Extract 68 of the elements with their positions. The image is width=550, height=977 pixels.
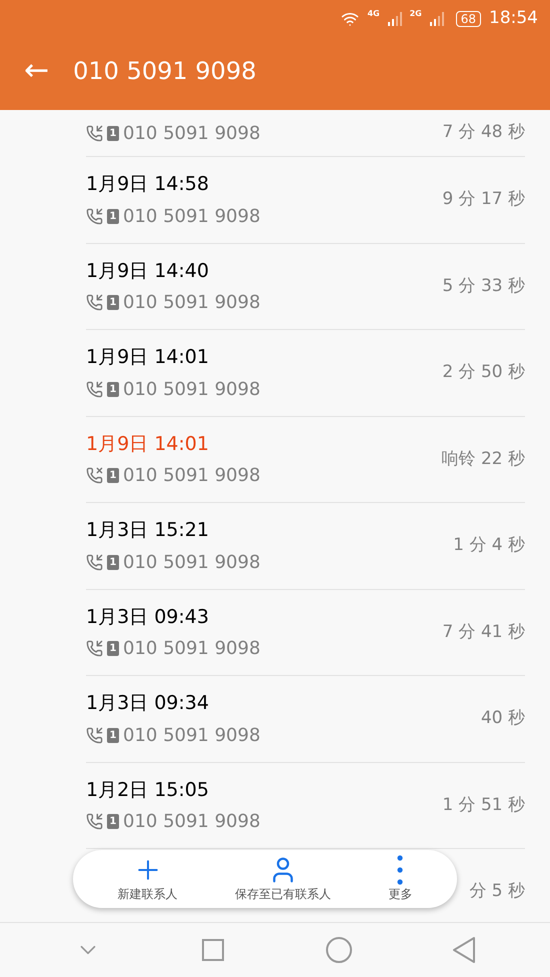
phone-number: 010 5091 9098 <box>123 464 260 488</box>
sim-icon: 1 <box>107 554 119 570</box>
call-duration: 9 分 17 秒 <box>442 188 525 211</box>
call-log-row[interactable]: 1月3日 09:34 1 010 5091 9098 40 秒 <box>86 676 525 762</box>
phone-number: 010 5091 9098 <box>123 204 260 228</box>
incoming-call-icon <box>86 640 103 657</box>
phone-number: 010 5091 9098 <box>123 122 260 146</box>
call-log-row[interactable]: 1月3日 15:21 1 010 5091 9098 1 分 4 秒 <box>86 503 525 590</box>
incoming-call-icon <box>86 124 103 142</box>
incoming-call-icon <box>86 208 103 224</box>
circle-icon[interactable] <box>326 937 352 963</box>
action-button[interactable]: 保存至已有联系人 <box>234 855 331 903</box>
sim-icon: 1 <box>107 814 119 829</box>
call-date: 1月9日 14:01 <box>86 432 209 456</box>
call-duration: 1 分 4 秒 <box>453 534 525 557</box>
action-button[interactable]: 新建联系人 <box>118 855 178 903</box>
incoming-call-icon <box>86 554 103 570</box>
call-duration: 2 分 50 秒 <box>442 361 525 384</box>
back-triangle-icon[interactable] <box>453 937 476 963</box>
square-icon[interactable] <box>202 939 224 961</box>
call-log-row[interactable]: 1月2日 15:05 1 010 5091 9098 1 分 51 秒 <box>86 762 525 849</box>
phone-number: 010 5091 9098 <box>123 291 260 315</box>
call-duration: 1 分 51 秒 <box>442 794 525 816</box>
call-log-row[interactable]: 1月9日 14:01 1 010 5091 9098 2 分 50 秒 <box>86 330 525 416</box>
incoming-call-icon <box>86 813 103 830</box>
phone-number: 010 5091 9098 <box>123 724 260 748</box>
network-label: 2G <box>410 8 422 20</box>
signal-icon <box>430 12 444 26</box>
call-date: 1月3日 15:21 <box>86 518 209 543</box>
incoming-call-icon <box>86 726 103 744</box>
call-duration: 分 5 秒 <box>469 880 525 903</box>
action-button[interactable]: 更多 <box>388 855 412 903</box>
sim-icon: 1 <box>107 208 119 224</box>
call-date: 1月2日 15:05 <box>86 778 209 802</box>
call-log-row[interactable]: 1月9日 14:58 1 010 5091 9098 9 分 17 秒 <box>86 157 525 244</box>
call-duration: 40 秒 <box>480 707 525 730</box>
call-duration: 7 分 48 秒 <box>442 121 525 144</box>
call-date: 1月3日 09:34 <box>86 691 209 716</box>
battery-indicator: 68 <box>456 11 481 27</box>
sim-icon: 1 <box>107 641 119 656</box>
signal-icon <box>388 12 402 26</box>
call-duration: 响铃 22 秒 <box>442 448 525 470</box>
wifi-icon <box>341 10 360 28</box>
call-date: 1月9日 14:58 <box>86 172 209 197</box>
network-label: 4G <box>367 8 380 20</box>
more-icon <box>397 855 404 885</box>
call-duration: 5 分 33 秒 <box>442 274 525 298</box>
incoming-call-icon <box>86 380 103 398</box>
call-date: 1月9日 14:01 <box>86 345 209 370</box>
phone-number: 010 5091 9098 <box>123 550 260 574</box>
incoming-call-icon <box>86 294 103 311</box>
status-time: 18:54 <box>489 7 538 30</box>
call-log-row[interactable]: 1月3日 09:43 1 010 5091 9098 7 分 41 秒 <box>86 590 525 676</box>
call-duration: 7 分 41 秒 <box>442 620 525 644</box>
phone-number: 010 5091 9098 <box>123 378 260 402</box>
call-date: 1月9日 14:40 <box>86 258 209 284</box>
call-date: 1月3日 09:43 <box>86 604 209 630</box>
page-title: 010 5091 9098 <box>73 56 256 87</box>
missed-call-icon <box>86 467 103 484</box>
phone-number: 010 5091 9098 <box>123 810 260 834</box>
sim-icon: 1 <box>107 126 119 140</box>
call-log-row[interactable]: 1月9日 14:01 1 010 5091 9098 响铃 22 秒 <box>86 416 525 503</box>
sim-icon: 1 <box>107 382 119 396</box>
phone-number: 010 5091 9098 <box>123 637 260 661</box>
call-log-row[interactable]: 1月9日 14:40 1 010 5091 9098 5 分 33 秒 <box>86 244 525 330</box>
sim-icon: 1 <box>107 468 119 483</box>
sim-icon: 1 <box>107 295 119 310</box>
sim-icon: 1 <box>107 728 119 742</box>
